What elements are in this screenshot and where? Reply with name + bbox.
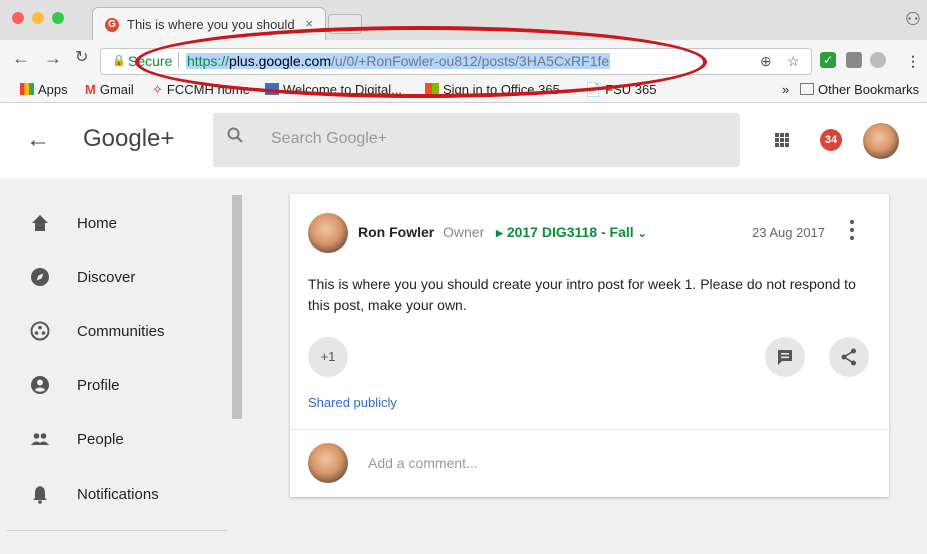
sidebar-item-notifications[interactable]: Notifications [7, 473, 229, 513]
fccmh-icon: ✧ [152, 82, 163, 97]
sidebar-item-home[interactable]: Home [7, 202, 229, 242]
zoom-icon[interactable]: ⊕ [760, 53, 772, 70]
plus-one-button[interactable]: +1 [308, 337, 348, 377]
sidebar-item-communities[interactable]: Communities [7, 310, 229, 350]
search-icon [227, 127, 243, 143]
sidebar-item-label: People [77, 431, 124, 448]
tab-title: This is where you you should c [127, 17, 295, 32]
gplus-favicon-icon: G [105, 18, 119, 32]
sidebar-item-discover[interactable]: Discover [7, 256, 229, 296]
apps-grid-icon [20, 83, 34, 95]
sidebar-item-label: Discover [77, 269, 136, 286]
browser-profile-icon[interactable]: ⚇ [905, 9, 921, 30]
lock-icon: 🔒 [112, 55, 126, 67]
compass-icon [31, 268, 49, 286]
globe-extension-icon[interactable] [870, 52, 886, 68]
bookmark-star-icon[interactable]: ☆ [787, 53, 800, 70]
visibility-link[interactable]: Shared publicly [308, 395, 397, 410]
gplus-header: ← Google+ Search Google+ 34 [0, 103, 927, 178]
forward-nav-icon[interactable]: → [44, 49, 62, 67]
apps-grid-icon[interactable] [775, 133, 789, 147]
post-role: Owner [443, 224, 485, 240]
community-arrow-icon: ▶ [496, 228, 503, 238]
sidebar-item-people[interactable]: People [7, 418, 229, 458]
annotation-circle [135, 26, 707, 98]
bookmark-other-label: Other Bookmarks [818, 82, 920, 97]
author-avatar[interactable] [308, 213, 348, 253]
comment-input[interactable]: Add a comment... [368, 455, 478, 471]
bookmark-apps-label: Apps [38, 82, 68, 97]
bookmark-overflow-icon[interactable]: » [782, 82, 789, 97]
card-divider [290, 429, 889, 430]
more-options-icon[interactable] [850, 220, 854, 240]
chevron-down-icon: ⌄ [637, 228, 647, 240]
browser-menu-icon[interactable]: ⋮ [906, 53, 920, 70]
gmail-icon: M [85, 82, 96, 97]
sidebar-item-label: Communities [77, 323, 165, 340]
comment-button[interactable] [765, 337, 805, 377]
extension-icon[interactable] [846, 52, 862, 68]
commenter-avatar [308, 443, 348, 483]
notification-badge[interactable]: 34 [820, 129, 842, 151]
close-window-button[interactable] [12, 12, 24, 24]
search-input[interactable]: Search Google+ [213, 113, 740, 167]
share-button[interactable] [829, 337, 869, 377]
back-arrow-icon[interactable]: ← [26, 128, 50, 152]
sidebar-divider [7, 530, 227, 531]
post-date[interactable]: 23 Aug 2017 [752, 225, 825, 240]
share-icon [841, 348, 856, 366]
post-card: Ron Fowler Owner ▶ 2017 DIG3118 - Fall ⌄… [290, 194, 889, 497]
checkmark-extension-icon[interactable]: ✓ [820, 52, 836, 68]
bell-icon [33, 486, 47, 504]
sidebar-item-profile[interactable]: Profile [7, 364, 229, 404]
maximize-window-button[interactable] [52, 12, 64, 24]
home-icon [32, 215, 48, 231]
sidebar-item-label: Home [77, 215, 118, 232]
comment-icon [778, 350, 792, 365]
bookmark-gmail-label: Gmail [99, 82, 134, 97]
bookmark-apps[interactable]: Apps [20, 82, 68, 97]
community-name: 2017 DIG3118 - Fall [506, 224, 634, 240]
search-placeholder: Search Google+ [271, 130, 388, 147]
post-author[interactable]: Ron Fowler [358, 224, 434, 240]
communities-icon [30, 321, 50, 341]
community-link[interactable]: ▶ 2017 DIG3118 - Fall ⌄ [496, 224, 647, 240]
reload-icon[interactable]: ↻ [75, 49, 88, 67]
sidebar-item-label: Profile [77, 377, 120, 394]
folder-icon [800, 83, 814, 95]
sidebar-item-label: Notifications [77, 486, 159, 503]
bookmark-gmail[interactable]: M Gmail [85, 82, 134, 97]
gplus-logo[interactable]: Google+ [83, 125, 174, 153]
account-avatar[interactable] [863, 123, 899, 159]
profile-icon [31, 376, 49, 394]
sidebar-scrollbar[interactable] [232, 195, 242, 419]
bookmark-other[interactable]: Other Bookmarks [800, 82, 919, 97]
back-nav-icon[interactable]: ← [12, 49, 30, 67]
minimize-window-button[interactable] [32, 12, 44, 24]
post-body: This is where you you should create your… [308, 276, 856, 313]
sidebar: Home Discover Communities Profile People… [7, 178, 229, 554]
people-icon [31, 433, 49, 445]
